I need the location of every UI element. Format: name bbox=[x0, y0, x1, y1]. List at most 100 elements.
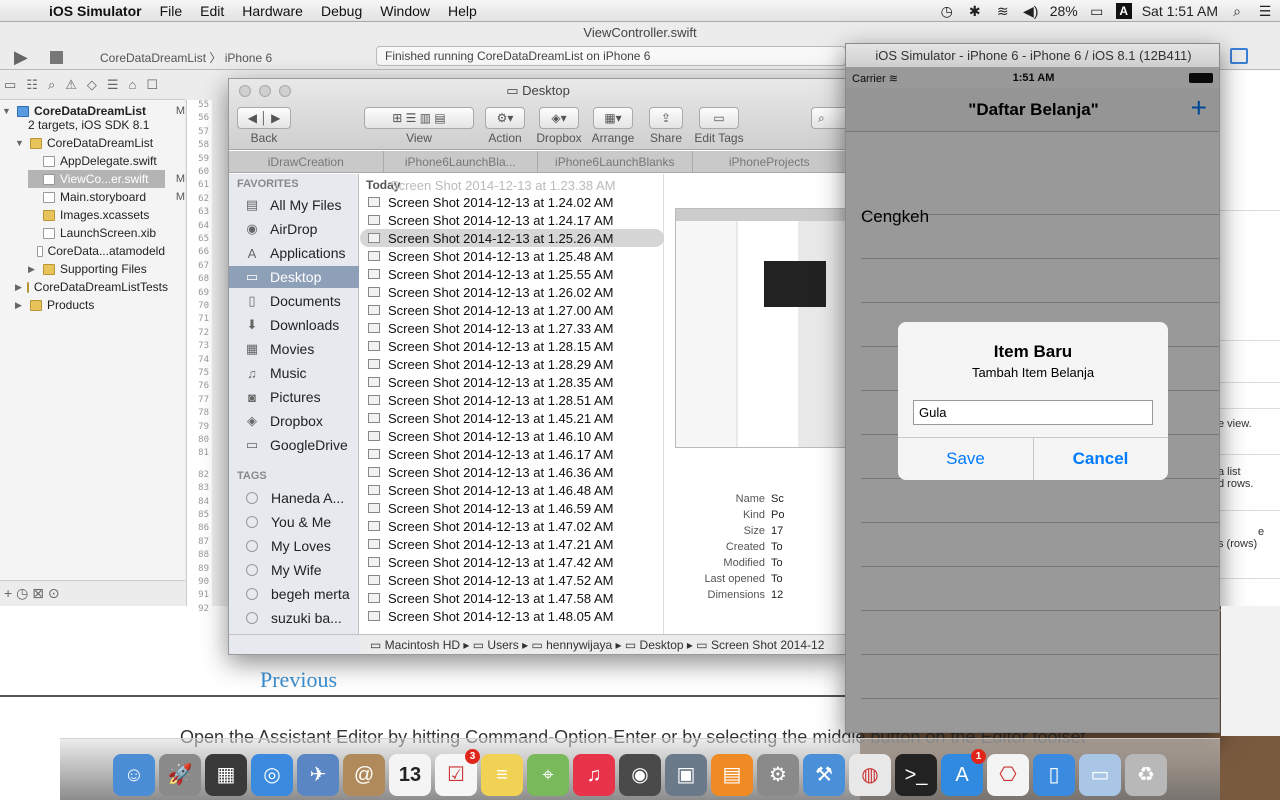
calendar-icon[interactable]: 13 bbox=[389, 754, 431, 796]
share-button[interactable]: ⇪ bbox=[649, 107, 683, 129]
navigator-item[interactable]: ▶ Products bbox=[15, 296, 165, 314]
battery-percent[interactable]: 28% bbox=[1050, 3, 1078, 19]
finder-tab[interactable]: iPhone6LaunchBlanks bbox=[538, 151, 693, 172]
tag-item[interactable]: begeh merta bbox=[229, 583, 359, 605]
file-row[interactable]: Screen Shot 2014-12-13 at 1.23.38 AM bbox=[390, 176, 660, 194]
tag-item[interactable]: You & Me bbox=[229, 511, 359, 533]
launchpad-icon[interactable]: 🚀 bbox=[159, 754, 201, 796]
reminders-icon[interactable]: ☑ 3 bbox=[435, 749, 480, 796]
file-row[interactable]: Screen Shot 2014-12-13 at 1.28.29 AM bbox=[360, 355, 664, 373]
file-row[interactable]: Screen Shot 2014-12-13 at 1.45.21 AM bbox=[360, 409, 664, 427]
ios-simulator-icon[interactable]: ▯ bbox=[1033, 754, 1075, 796]
app-store-icon[interactable]: A1 bbox=[941, 749, 986, 796]
save-button[interactable]: Save bbox=[898, 437, 1033, 480]
dropbox-button[interactable]: ◈▾ bbox=[539, 107, 579, 129]
sidebar-item[interactable]: ▦ Movies bbox=[229, 338, 359, 360]
file-row[interactable]: Screen Shot 2014-12-13 at 1.48.05 AM bbox=[360, 607, 664, 625]
tag-item[interactable]: My Loves bbox=[229, 535, 359, 557]
file-row[interactable]: Screen Shot 2014-12-13 at 1.46.17 AM bbox=[360, 445, 664, 463]
battery-icon[interactable]: ▭ bbox=[1088, 3, 1106, 20]
navigator-item[interactable]: ▶ CoreDataDreamListTests bbox=[15, 278, 168, 296]
finder-tab[interactable]: iDrawCreation bbox=[229, 151, 384, 172]
file-row[interactable]: Screen Shot 2014-12-13 at 1.27.33 AM bbox=[360, 319, 664, 337]
disclosure-closed-icon[interactable]: ▶ bbox=[15, 300, 25, 311]
file-row[interactable]: Screen Shot 2014-12-13 at 1.46.48 AM bbox=[360, 481, 664, 499]
utilities-toggle-icon[interactable] bbox=[1230, 48, 1248, 64]
file-row[interactable]: Screen Shot 2014-12-13 at 1.47.42 AM bbox=[360, 553, 664, 571]
file-row[interactable]: Screen Shot 2014-12-13 at 1.28.15 AM bbox=[360, 337, 664, 355]
find-navigator-icon[interactable]: ⌕ bbox=[48, 77, 55, 93]
path-segment[interactable]: Macintosh HD bbox=[385, 638, 460, 652]
add-icon[interactable]: + bbox=[4, 585, 12, 601]
breakpoint-navigator-icon[interactable]: ⌂ bbox=[129, 77, 137, 92]
sidebar-item[interactable]: ◉ AirDrop bbox=[229, 218, 359, 240]
menu-hardware[interactable]: Hardware bbox=[233, 3, 312, 19]
file-row[interactable]: Screen Shot 2014-12-13 at 1.24.17 AM bbox=[360, 211, 664, 229]
file-row[interactable]: Screen Shot 2014-12-13 at 1.47.02 AM bbox=[360, 517, 664, 535]
app-menu[interactable]: iOS Simulator bbox=[40, 3, 151, 19]
navigator-item[interactable]: ▶ Supporting Files bbox=[28, 260, 165, 278]
chrome-icon[interactable]: ◍ bbox=[849, 754, 891, 796]
finder-icon[interactable]: ☺ bbox=[113, 754, 155, 796]
project-navigator-icon[interactable]: ▭ bbox=[4, 77, 16, 93]
terminal-icon[interactable]: >_ bbox=[895, 754, 937, 796]
downloads-stack-icon[interactable]: ▭ bbox=[1079, 754, 1121, 796]
contacts-icon[interactable]: @ bbox=[343, 754, 385, 796]
file-row[interactable]: Screen Shot 2014-12-13 at 1.27.00 AM bbox=[360, 301, 664, 319]
log-navigator-icon[interactable]: ☐ bbox=[146, 77, 158, 93]
input-source-icon[interactable]: A bbox=[1115, 3, 1132, 19]
item-name-field[interactable]: Gula bbox=[913, 400, 1153, 425]
symbol-navigator-icon[interactable]: ☷ bbox=[26, 77, 38, 93]
file-row[interactable]: Screen Shot 2014-12-13 at 1.25.48 AM bbox=[360, 247, 664, 265]
file-row[interactable]: Screen Shot 2014-12-13 at 1.28.51 AM bbox=[360, 391, 664, 409]
iphoto-icon[interactable]: ▣ bbox=[665, 754, 707, 796]
navigator-item[interactable]: Main.storyboard M bbox=[28, 188, 185, 206]
navigator-item[interactable]: Images.xcassets bbox=[28, 206, 165, 224]
navigator-item[interactable]: CoreData...atamodeld bbox=[28, 242, 165, 260]
view-mode-button[interactable]: ⊞ ☰ ▥ ▤ bbox=[364, 107, 474, 129]
system-preferences-icon[interactable]: ⚙ bbox=[757, 754, 799, 796]
file-row[interactable]: Screen Shot 2014-12-13 at 1.24.02 AM bbox=[360, 193, 664, 211]
time-machine-icon[interactable]: ◷ bbox=[938, 3, 956, 20]
file-row[interactable]: Screen Shot 2014-12-13 at 1.47.21 AM bbox=[360, 535, 664, 553]
file-row[interactable]: Screen Shot 2014-12-13 at 1.46.59 AM bbox=[360, 499, 664, 517]
ibooks-icon[interactable]: ▤ bbox=[711, 754, 753, 796]
filter-field-icon[interactable]: ⊙ bbox=[48, 585, 60, 601]
search-icon[interactable]: ⌕ bbox=[811, 107, 845, 129]
notification-center-icon[interactable]: ☰ bbox=[1256, 3, 1274, 20]
wifi-icon[interactable]: ≋ bbox=[994, 3, 1012, 20]
action-button[interactable]: ⚙▾ bbox=[485, 107, 525, 129]
disclosure-closed-icon[interactable]: ▶ bbox=[15, 282, 22, 293]
sidebar-item[interactable]: ▯ Documents bbox=[229, 290, 359, 312]
sidebar-item[interactable]: ◈ Dropbox bbox=[229, 410, 359, 432]
file-row[interactable]: Screen Shot 2014-12-13 at 1.28.35 AM bbox=[360, 373, 664, 391]
tag-item[interactable]: My Wife bbox=[229, 559, 359, 581]
sidebar-item[interactable]: ◙ Pictures bbox=[229, 386, 359, 408]
finder-tab[interactable]: iPhoneProjects bbox=[693, 151, 846, 172]
test-navigator-icon[interactable]: ◇ bbox=[87, 77, 97, 93]
mail-icon[interactable]: ✈ bbox=[297, 754, 339, 796]
path-segment[interactable]: Users bbox=[487, 638, 518, 652]
menu-file[interactable]: File bbox=[151, 3, 192, 19]
path-segment[interactable]: Screen Shot 2014-12 bbox=[711, 638, 824, 652]
file-row[interactable]: Screen Shot 2014-12-13 at 1.25.55 AM bbox=[360, 265, 664, 283]
cancel-button[interactable]: Cancel bbox=[1033, 437, 1168, 480]
sidebar-item[interactable]: ♫ Music bbox=[229, 362, 359, 384]
path-segment[interactable]: hennywijaya bbox=[546, 638, 612, 652]
menu-help[interactable]: Help bbox=[439, 3, 486, 19]
bluetooth-icon[interactable]: ✱ bbox=[966, 3, 984, 20]
safari-icon[interactable]: ◎ bbox=[251, 754, 293, 796]
menu-window[interactable]: Window bbox=[371, 3, 439, 19]
back-forward-button[interactable]: ◀ │ ▶ bbox=[237, 107, 291, 129]
stop-icon[interactable] bbox=[50, 51, 63, 64]
menu-edit[interactable]: Edit bbox=[191, 3, 233, 19]
file-row[interactable]: Screen Shot 2014-12-13 at 1.46.10 AM bbox=[360, 427, 664, 445]
menu-debug[interactable]: Debug bbox=[312, 3, 371, 19]
finder-tab[interactable]: iPhone6LaunchBla... bbox=[384, 151, 538, 172]
path-segment[interactable]: Desktop bbox=[640, 638, 684, 652]
navigator-item[interactable]: ▼ CoreDataDreamList bbox=[15, 134, 165, 152]
issue-navigator-icon[interactable]: ⚠ bbox=[65, 77, 77, 93]
spotlight-icon[interactable]: ⌕ bbox=[1228, 3, 1246, 20]
acrobat-icon[interactable]: ⎔ bbox=[987, 754, 1029, 796]
sidebar-item[interactable]: ▭ Desktop bbox=[229, 266, 359, 288]
